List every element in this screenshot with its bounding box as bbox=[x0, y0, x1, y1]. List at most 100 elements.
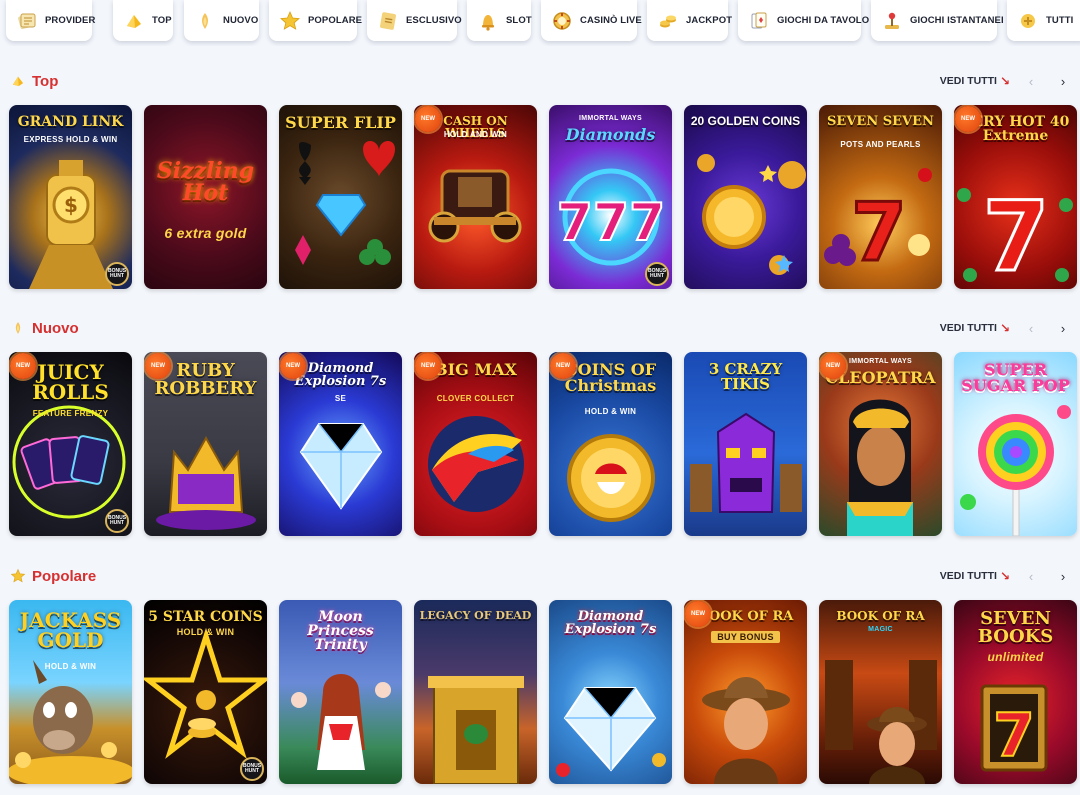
category-provider[interactable]: PROVIDER bbox=[6, 0, 96, 41]
category-popolare[interactable]: POPOLARE bbox=[269, 0, 362, 41]
category-label: JACKPOT bbox=[686, 15, 733, 26]
game-tile[interactable]: Moon Princess Trinity bbox=[279, 600, 402, 784]
category-giochi-da-tavolo[interactable]: GIOCHI DA TAVOLO bbox=[738, 0, 869, 41]
game-subtitle: CLOVER COLLECT bbox=[436, 394, 515, 403]
game-tile[interactable]: SUPER SUGAR POP bbox=[954, 352, 1077, 536]
game-tile[interactable]: BIG MAX CLOVER COLLECT NEW bbox=[414, 352, 537, 536]
category-esclusivo[interactable]: ESCLUSIVO bbox=[367, 0, 462, 41]
game-tile[interactable]: COINS OF Christmas HOLD & WIN NEW bbox=[549, 352, 672, 536]
game-title: SUPER FLIP bbox=[285, 113, 396, 132]
game-title: LEGACY OF DEAD bbox=[419, 609, 532, 622]
game-tile[interactable]: Diamond Explosion 7s bbox=[549, 600, 672, 784]
popolare-star-icon bbox=[279, 10, 301, 32]
game-title: GRAND LINK bbox=[17, 114, 124, 130]
svg-text:7: 7 bbox=[851, 186, 907, 279]
scroll-left-button[interactable]: ‹ bbox=[1020, 565, 1042, 587]
arrow-down-right-icon: ↘ bbox=[999, 569, 1010, 583]
game-tile[interactable]: IMMORTAL WAYS CLEOPATRA NEW bbox=[819, 352, 942, 536]
scroll-left-button[interactable]: ‹ bbox=[1020, 317, 1042, 339]
instant-games-joystick-icon bbox=[881, 10, 903, 32]
game-row-popolare: JACKASS GOLD HOLD & WIN 5 STAR COINS HOL… bbox=[9, 600, 1080, 784]
category-label: PROVIDER bbox=[45, 15, 96, 26]
table-games-icon bbox=[748, 10, 770, 32]
category-bar: PROVIDER TOP NUOVO POPOLARE ESCLUSIVO SL… bbox=[0, 0, 1080, 46]
game-subtitle: POTS AND PEARLS bbox=[840, 140, 921, 149]
section-header-top: Top VEDI TUTTI ↘ ‹ › bbox=[10, 69, 1074, 93]
game-tile[interactable]: RUBY ROBBERY NEW bbox=[144, 352, 267, 536]
game-title: JACKASS GOLD bbox=[19, 608, 122, 652]
category-jackpot[interactable]: JACKPOT bbox=[647, 0, 732, 41]
bonus-hunt-badge: BONUS HUNT bbox=[645, 262, 669, 286]
explorer-art bbox=[702, 677, 790, 784]
golden-tomb-art bbox=[428, 676, 524, 784]
game-tile[interactable]: 20 GOLDEN COINS bbox=[684, 105, 807, 289]
slot-bell-icon bbox=[477, 10, 499, 32]
game-title: SUPER SUGAR POP bbox=[961, 360, 1070, 395]
section-title: Top bbox=[32, 72, 59, 90]
game-tile[interactable]: BOOK OF RA MAGIC bbox=[819, 600, 942, 784]
game-title: Moon Princess Trinity bbox=[307, 609, 374, 653]
game-title: SEVEN BOOKS bbox=[977, 608, 1054, 647]
seven-fruits-art: 7 bbox=[824, 168, 932, 281]
see-all-link[interactable]: VEDI TUTTI ↘ bbox=[940, 321, 1010, 335]
see-all-link[interactable]: VEDI TUTTI ↘ bbox=[940, 74, 1010, 88]
gold-coin-art bbox=[697, 154, 806, 275]
game-tile[interactable]: 7 SEVEN BOOKS unlimited bbox=[954, 600, 1077, 784]
new-badge: NEW bbox=[280, 353, 306, 379]
category-label: SLOT bbox=[506, 15, 532, 26]
category-label: GIOCHI ISTANTANEI bbox=[910, 15, 1004, 26]
top-icon bbox=[10, 73, 26, 89]
game-tile[interactable]: 7 SEVEN SEVEN POTS AND PEARLS bbox=[819, 105, 942, 289]
game-title: Diamonds bbox=[565, 125, 656, 144]
category-label: GIOCHI DA TAVOLO bbox=[777, 15, 870, 26]
game-tile[interactable]: JUICY ROLLS FEATURE FRENZY NEW BONUS HUN… bbox=[9, 352, 132, 536]
new-badge: NEW bbox=[550, 353, 576, 379]
game-subtitle: 6 extra gold bbox=[164, 225, 247, 241]
category-giochi-istantanei[interactable]: GIOCHI ISTANTANEI bbox=[871, 0, 1004, 41]
section-title: Popolare bbox=[32, 567, 97, 585]
game-tile[interactable]: LEGACY OF DEAD bbox=[414, 600, 537, 784]
see-all-label: VEDI TUTTI bbox=[939, 322, 997, 334]
game-tile[interactable]: CASH ON WHEELS HOLD AND WIN NEW bbox=[414, 105, 537, 289]
game-tile[interactable]: JACKASS GOLD HOLD & WIN bbox=[9, 600, 132, 784]
game-subtitle: unlimited bbox=[987, 650, 1044, 664]
see-all-link[interactable]: VEDI TUTTI ↘ bbox=[940, 569, 1010, 583]
category-top[interactable]: TOP bbox=[113, 0, 173, 41]
new-badge: NEW bbox=[415, 353, 441, 379]
svg-text:7: 7 bbox=[993, 701, 1035, 771]
nuovo-icon bbox=[194, 10, 216, 32]
scroll-right-button[interactable]: › bbox=[1052, 565, 1074, 587]
game-subtitle: HOLD & WIN bbox=[44, 662, 97, 671]
scroll-left-button[interactable]: ‹ bbox=[1020, 70, 1042, 92]
category-label: POPOLARE bbox=[308, 15, 363, 26]
bonus-hunt-badge: BONUS HUNT bbox=[240, 757, 264, 781]
game-tile[interactable]: 777 IMMORTAL WAYS Diamonds BONUS HUNT bbox=[549, 105, 672, 289]
category-casino-live[interactable]: CASINÒ LIVE bbox=[541, 0, 642, 41]
game-subtitle: IMMORTAL WAYS bbox=[579, 115, 642, 122]
game-subtitle: HOLD & WIN bbox=[176, 627, 235, 637]
game-tile[interactable]: 5 STAR COINS HOLD & WIN BONUS HUNT bbox=[144, 600, 267, 784]
scroll-right-button[interactable]: › bbox=[1052, 317, 1074, 339]
svg-text:7: 7 bbox=[983, 181, 1050, 289]
esclusivo-icon bbox=[377, 10, 399, 32]
buy-bonus-label: BUY BONUS bbox=[684, 631, 807, 643]
section-header-nuovo: Nuovo VEDI TUTTI ↘ ‹ › bbox=[10, 316, 1074, 340]
game-tile[interactable]: $ GRAND LINK EXPRESS HOLD & WIN BONUS HU… bbox=[9, 105, 132, 289]
game-tile[interactable]: Sizzling Hot 6 extra gold bbox=[144, 105, 267, 289]
category-slot[interactable]: SLOT bbox=[467, 0, 532, 41]
scroll-right-button[interactable]: › bbox=[1052, 70, 1074, 92]
bird-logo-art bbox=[428, 416, 524, 512]
game-tile[interactable]: 3 CRAZY TIKIS bbox=[684, 352, 807, 536]
category-nuovo[interactable]: NUOVO bbox=[184, 0, 259, 41]
arrow-down-right-icon: ↘ bbox=[999, 321, 1010, 335]
game-tile[interactable]: SUPER FLIP bbox=[279, 105, 402, 289]
new-badge: NEW bbox=[820, 353, 846, 379]
game-tile[interactable]: BOOK OF RA BUY BONUS NEW bbox=[684, 600, 807, 784]
game-title: 3 CRAZY TIKIS bbox=[708, 360, 783, 393]
section-header-popolare: Popolare VEDI TUTTI ↘ ‹ › bbox=[10, 564, 1074, 588]
game-tile[interactable]: Diamond Explosion 7s SE NEW bbox=[279, 352, 402, 536]
new-badge: NEW bbox=[415, 106, 441, 132]
game-tile[interactable]: 7 VERY HOT 40 Extreme NEW bbox=[954, 105, 1077, 289]
category-tutti[interactable]: TUTTI bbox=[1007, 0, 1080, 41]
new-badge: NEW bbox=[145, 353, 171, 379]
